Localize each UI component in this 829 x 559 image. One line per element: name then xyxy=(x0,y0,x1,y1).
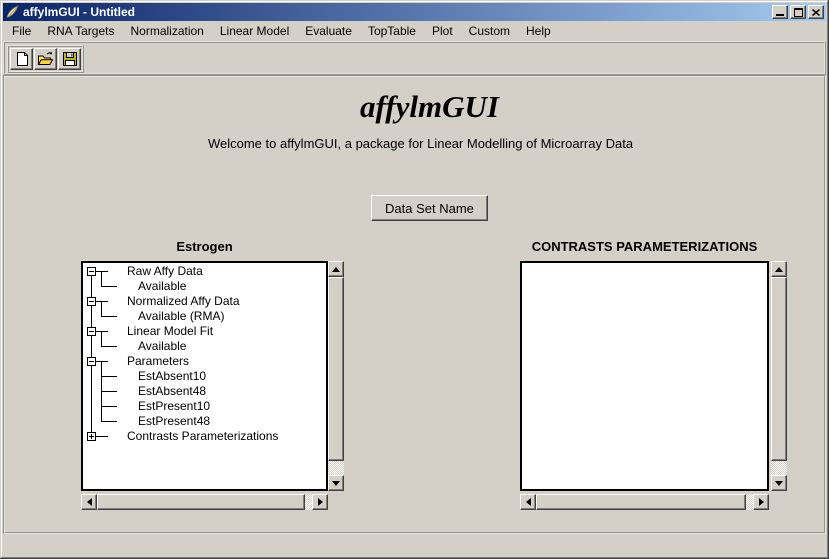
tree-node-normalized-affy-data[interactable]: Normalized Affy Data xyxy=(83,294,326,309)
window-controls xyxy=(772,5,824,19)
tree-node-parameters[interactable]: Parameters xyxy=(83,354,326,369)
open-folder-icon xyxy=(37,51,54,67)
tree-node-label: Linear Model Fit xyxy=(127,324,213,339)
menu-normalization[interactable]: Normalization xyxy=(123,22,212,41)
tree-horizontal-scrollbar[interactable] xyxy=(81,494,328,510)
scroll-thumb[interactable] xyxy=(97,494,305,510)
menu-rna-targets[interactable]: RNA Targets xyxy=(39,22,122,41)
app-feather-icon xyxy=(5,5,20,19)
right-arrow-icon xyxy=(318,498,323,506)
window-title: affylmGUI - Untitled xyxy=(23,3,135,21)
scroll-up-button[interactable] xyxy=(771,261,787,277)
scroll-left-button[interactable] xyxy=(520,494,536,510)
left-arrow-icon xyxy=(526,498,531,506)
tree-node-raw-affy-data[interactable]: Raw Affy Data xyxy=(83,264,326,279)
tree-leaf-available[interactable]: Available xyxy=(83,279,326,294)
tree-node-label: Parameters xyxy=(127,354,189,369)
new-file-button[interactable] xyxy=(10,48,33,70)
tree-node-label: Normalized Affy Data xyxy=(127,294,240,309)
scroll-thumb[interactable] xyxy=(328,277,344,461)
tree-leaf-estpresent10[interactable]: EstPresent10 xyxy=(83,399,326,414)
menu-help[interactable]: Help xyxy=(518,22,559,41)
up-arrow-icon xyxy=(332,267,340,272)
menu-plot[interactable]: Plot xyxy=(424,22,461,41)
data-set-name-button[interactable]: Data Set Name xyxy=(371,195,488,221)
app-title: affylmGUI xyxy=(35,89,824,125)
down-arrow-icon xyxy=(775,481,783,486)
menu-linear-model[interactable]: Linear Model xyxy=(212,22,297,41)
open-file-button[interactable] xyxy=(34,48,57,70)
tree-node-contrasts-parameterizations[interactable]: Contrasts Parameterizations xyxy=(83,429,326,444)
tree-leaf-estpresent48[interactable]: EstPresent48 xyxy=(83,414,326,429)
main-content: affylmGUI Welcome to affylmGUI, a packag… xyxy=(3,75,826,534)
menu-custom[interactable]: Custom xyxy=(461,22,518,41)
tree-leaf-estabsent10[interactable]: EstAbsent10 xyxy=(83,369,326,384)
scroll-thumb[interactable] xyxy=(771,277,787,461)
close-icon xyxy=(812,9,820,16)
tree-node-linear-model-fit[interactable]: Linear Model Fit xyxy=(83,324,326,339)
save-file-button[interactable] xyxy=(58,48,81,70)
scroll-up-button[interactable] xyxy=(328,261,344,277)
status-area xyxy=(3,536,826,556)
tree-leaf-label: EstPresent48 xyxy=(138,414,210,429)
welcome-text: Welcome to affylmGUI, a package for Line… xyxy=(17,136,824,151)
tree-node-label: Raw Affy Data xyxy=(127,264,203,279)
right-arrow-icon xyxy=(759,498,764,506)
collapse-toggle[interactable] xyxy=(87,327,96,336)
tree-leaf-label: Available xyxy=(138,279,186,294)
left-arrow-icon xyxy=(87,498,92,506)
collapse-toggle[interactable] xyxy=(87,297,96,306)
contrasts-vertical-scrollbar[interactable] xyxy=(771,261,787,491)
tree-leaf-label: Available (RMA) xyxy=(138,309,224,324)
minimize-icon xyxy=(776,14,784,16)
toolbar-button-group xyxy=(7,45,84,73)
tree-leaf-label: EstAbsent10 xyxy=(138,369,206,384)
down-arrow-icon xyxy=(332,481,340,486)
left-panel-title: Estrogen xyxy=(81,239,328,255)
scroll-left-button[interactable] xyxy=(81,494,97,510)
collapse-toggle[interactable] xyxy=(87,357,96,366)
app-window: affylmGUI - Untitled FileRNA TargetsNorm… xyxy=(0,0,829,559)
tree-vertical-scrollbar[interactable] xyxy=(328,261,344,491)
menu-toptable[interactable]: TopTable xyxy=(360,22,424,41)
scroll-down-button[interactable] xyxy=(328,475,344,491)
scroll-right-button[interactable] xyxy=(312,494,328,510)
close-button[interactable] xyxy=(808,5,824,19)
right-panel-title: CONTRASTS PARAMETERIZATIONS xyxy=(520,239,769,255)
scroll-right-button[interactable] xyxy=(753,494,769,510)
contrasts-listbox[interactable] xyxy=(520,261,769,491)
maximize-button[interactable] xyxy=(790,5,806,19)
maximize-icon xyxy=(794,8,803,17)
menu-bar: FileRNA TargetsNormalizationLinear Model… xyxy=(3,21,826,41)
save-icon xyxy=(62,51,78,67)
toolbar xyxy=(3,41,826,75)
tree-node-label: Contrasts Parameterizations xyxy=(127,429,278,444)
menu-file[interactable]: File xyxy=(4,22,39,41)
contrasts-horizontal-scrollbar[interactable] xyxy=(520,494,769,510)
expand-toggle[interactable] xyxy=(87,432,96,441)
up-arrow-icon xyxy=(775,267,783,272)
scroll-thumb[interactable] xyxy=(536,494,746,510)
tree-leaf-label: Available xyxy=(138,339,186,354)
tree-leaf-label: EstAbsent48 xyxy=(138,384,206,399)
new-document-icon xyxy=(14,51,30,67)
title-bar[interactable]: affylmGUI - Untitled xyxy=(3,3,826,21)
tree-leaf-available-rma[interactable]: Available (RMA) xyxy=(83,309,326,324)
status-tree[interactable]: Raw Affy DataAvailableNormalized Affy Da… xyxy=(81,261,328,491)
menu-evaluate[interactable]: Evaluate xyxy=(297,22,360,41)
collapse-toggle[interactable] xyxy=(87,267,96,276)
scroll-down-button[interactable] xyxy=(771,475,787,491)
tree-leaf-estabsent48[interactable]: EstAbsent48 xyxy=(83,384,326,399)
tree-leaf-label: EstPresent10 xyxy=(138,399,210,414)
minimize-button[interactable] xyxy=(772,5,788,19)
tree-leaf-available[interactable]: Available xyxy=(83,339,326,354)
